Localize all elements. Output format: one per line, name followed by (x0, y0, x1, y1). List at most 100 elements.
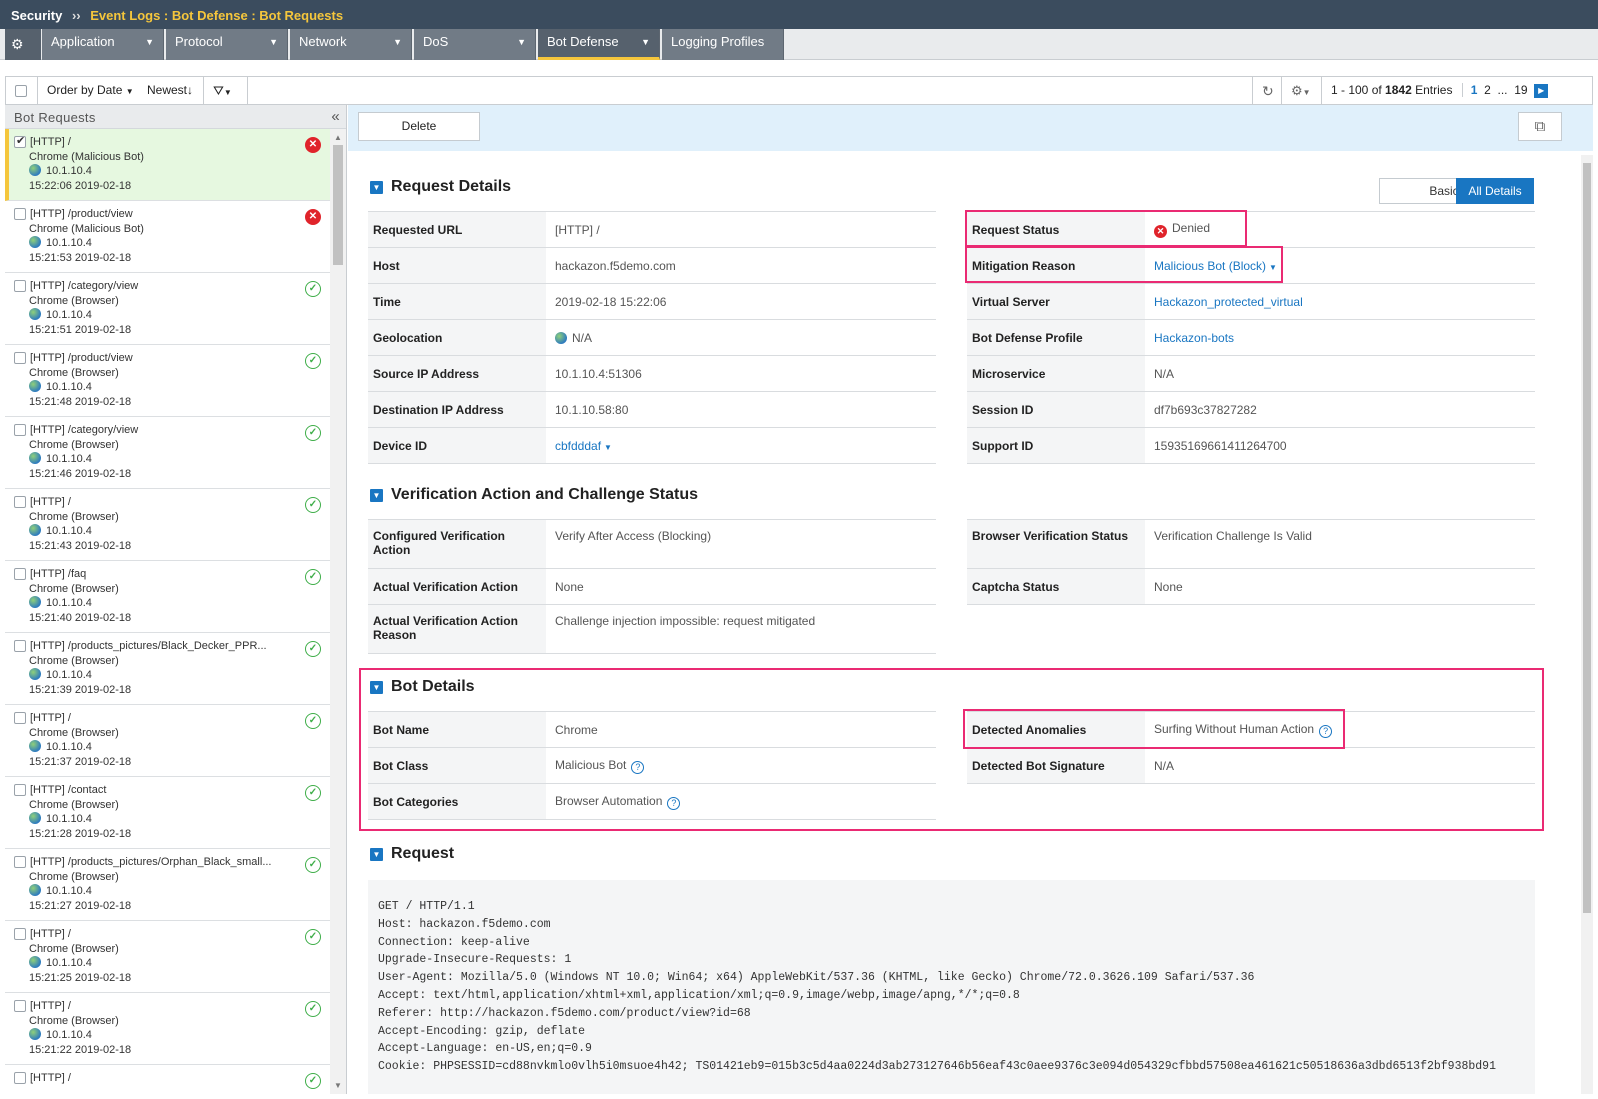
check-icon: ✓ (305, 425, 321, 441)
verification-title[interactable]: ▼ Verification Action and Challenge Statu… (370, 486, 698, 504)
virtual-server-label: Virtual Server (967, 283, 1145, 320)
request-line: Accept: text/html,application/xhtml+xml,… (378, 988, 1020, 1002)
globe-icon (29, 596, 41, 608)
request-details-title[interactable]: ▼ Request Details (370, 178, 511, 196)
detail-row: Host hackazon.f5demo.com (368, 247, 936, 284)
open-external-icon[interactable]: ⧉ (1518, 112, 1562, 141)
next-page-icon[interactable]: ▶ (1534, 83, 1549, 98)
select-all-checkbox[interactable] (15, 84, 27, 97)
row-checkbox[interactable] (14, 928, 26, 941)
request-line: Accept-Encoding: gzip, deflate (378, 1024, 586, 1038)
list-item[interactable]: [HTTP] /products_pictures/Black_Decker_P… (5, 633, 331, 705)
device-id-value[interactable]: cbfdddaf (555, 439, 601, 453)
geolocation-value: N/A (572, 330, 593, 345)
collapse-toggle-icon[interactable]: ▼ (370, 181, 383, 194)
list-item[interactable]: [HTTP] /product/view Chrome (Malicious Bo… (5, 201, 331, 273)
tab-dos[interactable]: DoS ▼ (414, 29, 536, 60)
scroll-thumb[interactable] (1583, 163, 1591, 913)
collapse-toggle-icon[interactable]: ▼ (370, 489, 383, 502)
tab-network[interactable]: Network ▼ (290, 29, 412, 60)
security-link[interactable]: Security (11, 8, 62, 23)
row-checkbox[interactable] (14, 134, 26, 149)
list-item[interactable]: [HTTP] / Chrome (Malicious Bot)10.1.10.41… (5, 129, 331, 201)
row-checkbox[interactable] (14, 1072, 26, 1085)
scroll-up-icon[interactable]: ▲ (334, 133, 342, 142)
page-19-link[interactable]: 19 (1514, 83, 1527, 97)
row-checkbox[interactable] (14, 568, 26, 581)
list-item[interactable]: [HTTP] /product/view Chrome (Browser) 10.1… (5, 345, 331, 417)
refresh-button[interactable]: ↻ (1252, 77, 1282, 104)
row-checkbox[interactable] (14, 208, 26, 221)
row-checkbox[interactable] (14, 712, 26, 725)
captcha-status-value: None (1154, 579, 1183, 594)
row-checkbox[interactable] (14, 280, 26, 293)
globe-icon (29, 884, 41, 896)
request-line: Host: hackazon.f5demo.com (378, 917, 551, 931)
scroll-thumb[interactable] (333, 145, 343, 265)
request-path: [HTTP] / (30, 712, 71, 724)
support-id-cell: 15935169661411264700 (1145, 427, 1535, 464)
detail-row: Geolocation N/A (368, 319, 936, 356)
client-name: Chrome (Browser) (29, 798, 119, 811)
order-by-dropdown[interactable]: Order by Date ▼ (47, 83, 134, 97)
main-scrollbar[interactable] (1581, 155, 1593, 1094)
breadcrumb-separator: ›› (71, 8, 81, 23)
bot-defense-profile-label: Bot Defense Profile (967, 319, 1145, 356)
gear-menu-icon[interactable]: ⚙ ▼ (5, 29, 41, 68)
tab-bot-defense[interactable]: Bot Defense ▼ (538, 29, 660, 60)
tab-protocol[interactable]: Protocol ▼ (166, 29, 288, 60)
list-item[interactable]: [HTTP] /faq Chrome (Browser) 10.1.10.4 15:2… (5, 561, 331, 633)
row-checkbox[interactable] (14, 496, 26, 509)
tab-logging-profiles[interactable]: Logging Profiles (662, 29, 784, 60)
source-ip-address-value: 10.1.10.4:51306 (555, 366, 642, 381)
request-path: [HTTP] /category/view (30, 280, 139, 292)
list-item[interactable]: [HTTP] /products_pictures/Orphan_Black_s… (5, 849, 331, 921)
row-checkbox[interactable] (14, 640, 26, 653)
list-item[interactable]: [HTTP] / ✓ (5, 1065, 331, 1094)
entries-label: Entries (1415, 83, 1453, 97)
actual-verification-action-reason-cell: Challenge injection impossible: request … (546, 604, 936, 654)
list-item[interactable]: [HTTP] /contact Chrome (Browser) 10.1.10.4… (5, 777, 331, 849)
list-item[interactable]: [HTTP] / Chrome (Browser) 10.1.10.4 15:21:2… (5, 993, 331, 1065)
host-cell: hackazon.f5demo.com (546, 247, 936, 284)
detail-row: Virtual Server Hackazon_protected_virtual (967, 283, 1535, 320)
configured-verification-action-value: Verify After Access (Blocking) (555, 529, 712, 543)
collapse-toggle-icon[interactable]: ▼ (370, 848, 383, 861)
sidebar-scrollbar[interactable]: ▲ ▼ (330, 129, 346, 1094)
filter-dropdown[interactable]: ⛛▼ (204, 77, 248, 104)
list-item[interactable]: [HTTP] /category/view Chrome (Browser) 10.… (5, 273, 331, 345)
tab-application[interactable]: Application ▼ (42, 29, 164, 60)
newest-sort-toggle[interactable]: Newest↓ (147, 83, 193, 97)
collapse-icon[interactable]: « (331, 108, 340, 125)
list-item[interactable]: [HTTP] /category/view Chrome (Browser) 10.… (5, 417, 331, 489)
row-checkbox[interactable] (14, 424, 26, 437)
row-checkbox[interactable] (14, 856, 26, 869)
row-checkbox[interactable] (14, 784, 26, 797)
settings-dropdown[interactable]: ⚙▼ (1282, 77, 1322, 104)
detail-row: Captcha Status None (967, 568, 1535, 605)
browser-verification-status-value: Verification Challenge Is Valid (1154, 529, 1312, 543)
row-checkbox[interactable] (14, 1000, 26, 1013)
list-item[interactable]: [HTTP] / Chrome (Browser) 10.1.10.4 15:21:4… (5, 489, 331, 561)
request-time: 15:21:43 2019-02-18 (29, 539, 132, 552)
verification-left-table: Configured Verification Action Verify Aft… (368, 519, 936, 654)
highlight-bot-details (359, 668, 1544, 831)
page-2-link[interactable]: 2 (1484, 83, 1491, 97)
delete-button[interactable]: Delete (358, 112, 480, 141)
list-item[interactable]: [HTTP] / Chrome (Browser) 10.1.10.4 15:21:3… (5, 705, 331, 777)
list-item[interactable]: [HTTP] / Chrome (Browser) 10.1.10.4 15:21:2… (5, 921, 331, 993)
request-title[interactable]: ▼ Request (370, 845, 454, 863)
scroll-down-icon[interactable]: ▼ (334, 1081, 342, 1090)
denied-icon: ✕ (305, 209, 321, 225)
chevron-down-icon[interactable]: ▼ (604, 443, 612, 452)
detail-toolbar: Delete ⧉ (348, 105, 1593, 151)
row-checkbox[interactable] (14, 352, 26, 365)
view-all-details-button[interactable]: All Details (1456, 178, 1534, 204)
page-1-link[interactable]: 1 (1471, 83, 1478, 97)
device-id-label: Device ID (368, 427, 546, 464)
client-ip: 10.1.10.4 (14, 452, 331, 467)
client-ip: 10.1.10.4 (14, 812, 331, 827)
virtual-server-value[interactable]: Hackazon_protected_virtual (1154, 295, 1303, 309)
chevron-down-icon: ▼ (269, 37, 278, 47)
bot-defense-profile-value[interactable]: Hackazon-bots (1154, 331, 1234, 345)
